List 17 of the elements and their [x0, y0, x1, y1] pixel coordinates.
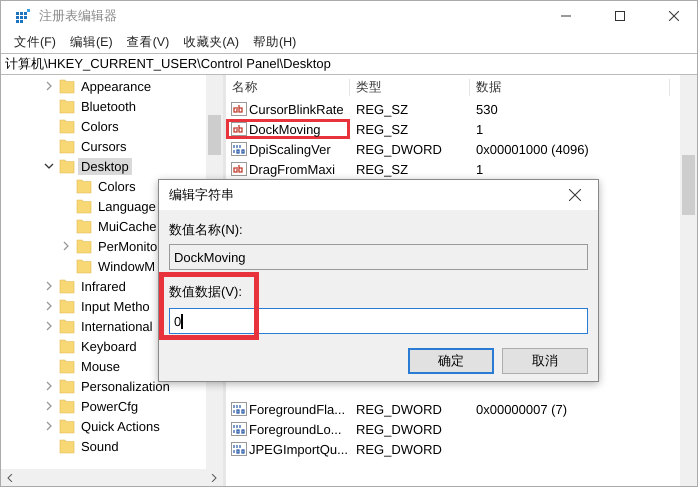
field-label: 数值名称(N):: [169, 222, 243, 238]
value-type: REG_DWORD: [355, 422, 443, 436]
value-type: REG_SZ: [355, 102, 410, 116]
dialog-title: 编辑字符串: [169, 186, 234, 204]
value-type: REG_DWORD: [355, 402, 443, 416]
value-name-field: DockMoving: [169, 244, 588, 270]
value-data: 1: [475, 122, 484, 136]
value-data: 530: [475, 102, 499, 116]
value-type: REG_SZ: [355, 162, 410, 176]
value-data: 0x00000007 (7): [475, 402, 568, 416]
field-label: 数值数据(V):: [169, 284, 242, 300]
value-data: 0x00001000 (4096): [475, 142, 590, 156]
value-type: REG_SZ: [355, 122, 410, 136]
value-type: REG_DWORD: [355, 442, 443, 456]
value-data: 1: [475, 162, 484, 176]
window-title: 注册表编辑器: [39, 7, 118, 25]
value-type: REG_DWORD: [355, 142, 443, 156]
